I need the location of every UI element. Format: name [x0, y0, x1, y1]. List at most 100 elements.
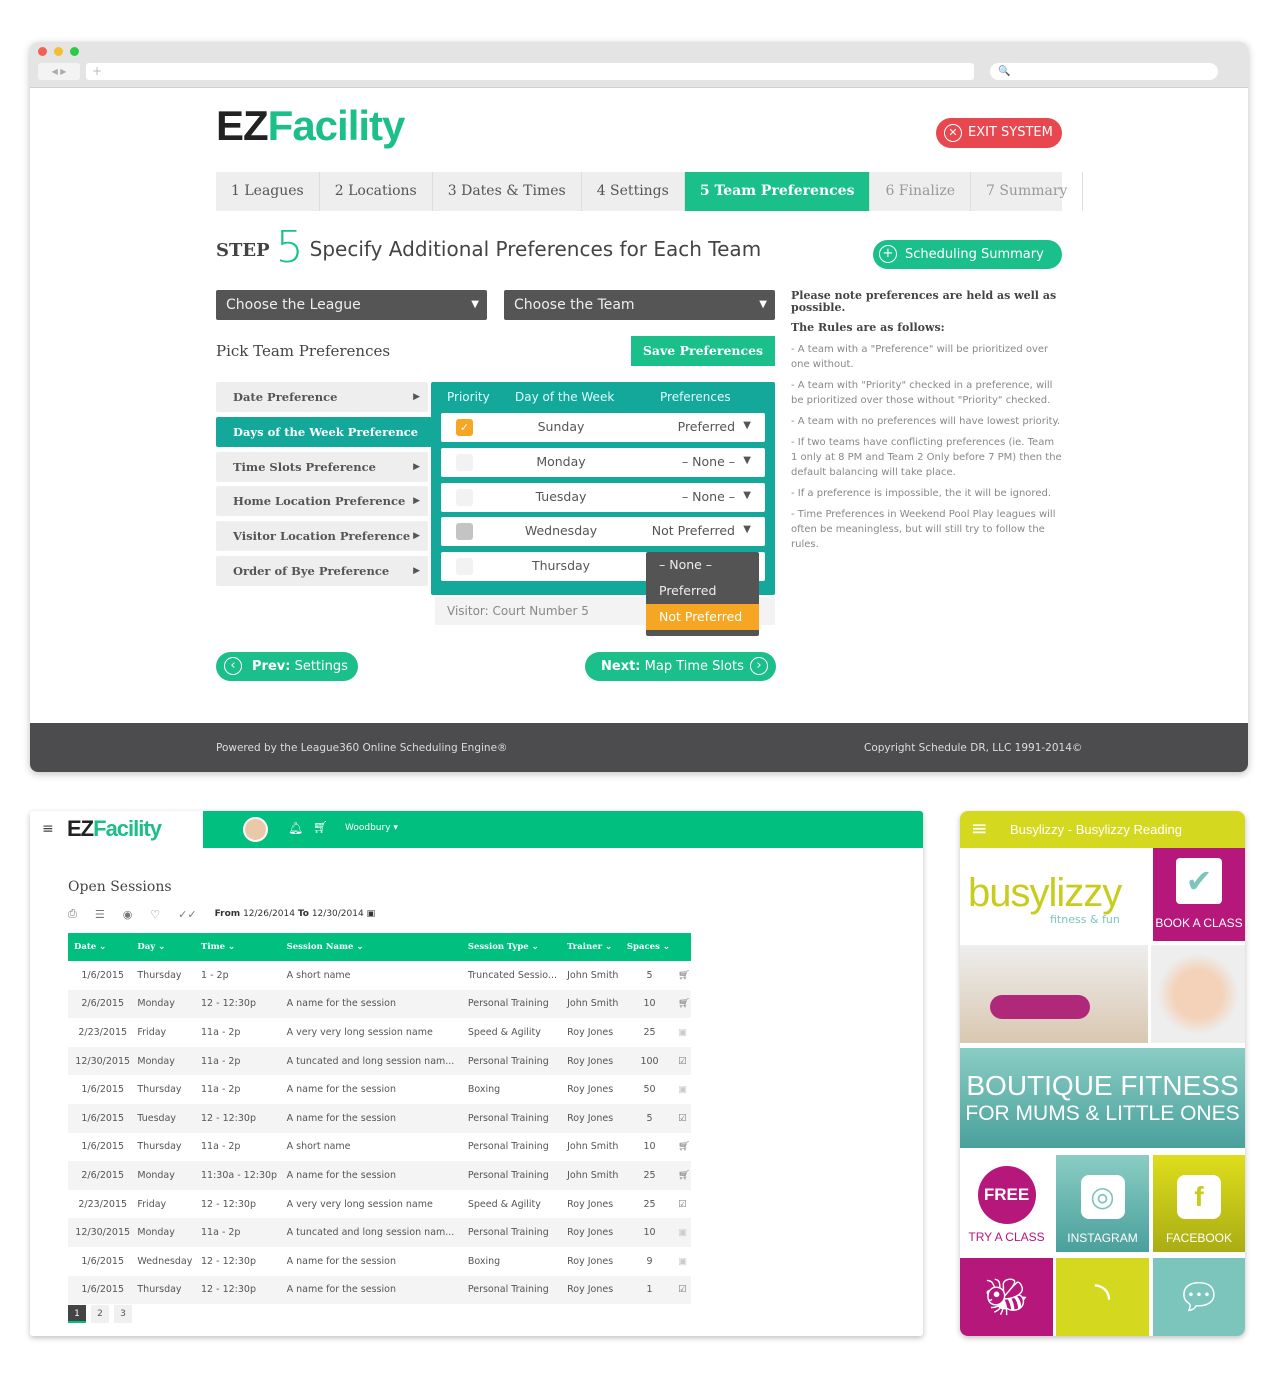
page-button-2[interactable]: 2	[91, 1305, 109, 1323]
location-select[interactable]: Woodbury ▾	[345, 823, 398, 833]
table-row[interactable]: 12/30/2015 Monday 11a - 2p A tuncated and l…	[68, 1218, 691, 1247]
dropdown-option[interactable]: – None –	[646, 552, 759, 578]
tab-step-5[interactable]: 5 Team Preferences	[684, 172, 871, 211]
pref-item[interactable]: Days of the Week Preference	[216, 416, 432, 447]
priority-checkbox[interactable]: ✓	[456, 419, 473, 436]
column-header-time[interactable]: Time ⌄	[195, 933, 281, 961]
table-row[interactable]: 1/6/2015 Thursday 1 - 2p A short name Trunca…	[68, 961, 691, 990]
facebook-tile[interactable]: f FACEBOOK	[1153, 1155, 1245, 1252]
table-row[interactable]: 1/6/2015 Thursday 12 - 12:30p A name for th…	[68, 1275, 691, 1305]
back-forward-buttons[interactable]: ◀ ▶	[38, 63, 80, 80]
tab-step-7[interactable]: 7 Summary	[971, 172, 1084, 211]
table-row[interactable]: 1/6/2015 Thursday 11a - 2p A short name Pers…	[68, 1133, 691, 1162]
tab-step-4[interactable]: 4 Settings	[582, 172, 685, 211]
double-check-icon[interactable]: ✓✓	[178, 908, 196, 921]
pref-item[interactable]: Visitor Location Preference ▶	[216, 521, 428, 552]
dropdown-option[interactable]: Preferred	[646, 578, 759, 604]
add-to-cart-icon[interactable]: 🛒︎	[672, 1133, 691, 1162]
close-dot[interactable]	[38, 47, 47, 56]
rss-tile[interactable]: ◝	[1056, 1258, 1149, 1336]
search-bar[interactable]: 🔍	[990, 63, 1218, 80]
to-date-input[interactable]: 12/30/2014	[312, 909, 364, 919]
instagram-tile[interactable]: ◎ INSTAGRAM	[1056, 1155, 1149, 1252]
save-preferences-button[interactable]: Save Preferences	[631, 336, 775, 366]
prev-button[interactable]: ‹ Prev: Settings	[216, 652, 358, 681]
priority-checkbox[interactable]	[456, 453, 473, 471]
bee-tile[interactable]: 🐝︎	[960, 1258, 1053, 1336]
url-bar[interactable]: +	[86, 63, 974, 80]
page-button-1[interactable]: 1	[68, 1305, 86, 1323]
priority-checkbox[interactable]	[456, 523, 473, 541]
calendar-check-icon[interactable]: ☑	[672, 1046, 691, 1076]
calendar-check-icon[interactable]: ☑	[672, 1103, 691, 1133]
person-badge-icon[interactable]: ▣	[672, 1075, 691, 1104]
priority-checkbox[interactable]	[456, 558, 473, 576]
table-row[interactable]: 1/6/2015 Wednesday 12 - 12:30p A name for t…	[68, 1247, 691, 1276]
table-row[interactable]: 1/6/2015 Tuesday 12 - 12:30p A name for the…	[68, 1103, 691, 1133]
heart-icon[interactable]: ♡	[150, 908, 160, 921]
dropdown-option[interactable]: Not Preferred	[646, 604, 759, 630]
preference-value[interactable]: – None –	[682, 489, 735, 504]
chat-tile[interactable]: 💬︎	[1153, 1258, 1245, 1336]
cart-icon[interactable]: 🛒︎	[313, 820, 328, 834]
filter-icon[interactable]: ☰	[95, 908, 105, 921]
calendar-icon[interactable]: ▣	[367, 909, 376, 919]
caret-down-icon[interactable]: ▼	[743, 524, 751, 535]
add-to-cart-icon[interactable]: 🛒︎	[672, 989, 691, 1019]
print-icon[interactable]: ⎙	[68, 907, 77, 921]
caret-down-icon[interactable]: ▼	[743, 455, 751, 466]
column-header-trainer[interactable]: Trainer ⌄	[561, 933, 621, 961]
eye-icon[interactable]: ◉	[123, 908, 133, 921]
table-row[interactable]: 12/30/2015 Monday 11a - 2p A tuncated and l…	[68, 1046, 691, 1076]
column-header-session-type[interactable]: Session Type ⌄	[461, 933, 562, 961]
caret-down-icon[interactable]: ▼	[743, 490, 751, 501]
add-to-cart-icon[interactable]: 🛒︎	[672, 961, 691, 990]
chevron-left-icon: ‹	[224, 657, 242, 675]
league-select[interactable]: Choose the League ▼	[216, 290, 487, 320]
person-badge-icon[interactable]: ▣	[672, 1247, 691, 1276]
tab-step-2[interactable]: 2 Locations	[320, 172, 433, 211]
priority-checkbox[interactable]	[456, 488, 473, 506]
column-header-spaces[interactable]: Spaces ⌄	[620, 933, 673, 961]
bell-icon[interactable]: 🔔︎	[288, 821, 303, 835]
maximize-dot[interactable]	[70, 47, 79, 56]
cell-trainer: Roy Jones	[567, 1084, 614, 1096]
caret-down-icon[interactable]: ▼	[743, 420, 751, 431]
tab-step-1[interactable]: 1 Leagues	[216, 172, 320, 211]
table-row[interactable]: 2/23/2015 Friday 12 - 12:30p A very very lo…	[68, 1190, 691, 1219]
free-trial-tile[interactable]: FREE TRY A CLASS	[960, 1152, 1053, 1252]
minimize-dot[interactable]	[54, 47, 63, 56]
scheduling-summary-button[interactable]: + Scheduling Summary	[873, 240, 1062, 269]
tab-step-3[interactable]: 3 Dates & Times	[433, 172, 582, 211]
person-badge-icon[interactable]: ▣	[672, 1218, 691, 1247]
preference-value[interactable]: – None –	[682, 454, 735, 469]
exit-system-button[interactable]: ✕ EXIT SYSTEM	[936, 118, 1062, 148]
column-header-session-name[interactable]: Session Name ⌄	[280, 933, 462, 961]
column-header-day[interactable]: Day ⌄	[131, 933, 196, 961]
column-header-date[interactable]: Date ⌄	[68, 933, 132, 961]
pref-item[interactable]: Home Location Preference ▶	[216, 486, 428, 517]
next-button[interactable]: Next: Map Time Slots ›	[585, 652, 776, 681]
pref-item[interactable]: Order of Bye Preference ▶	[216, 556, 428, 586]
page-button-3[interactable]: 3	[114, 1305, 132, 1323]
book-a-class-tile[interactable]: ✔ BOOK A CLASS	[1153, 848, 1245, 941]
calendar-check-icon[interactable]: ☑	[672, 1190, 691, 1219]
table-row[interactable]: 2/6/2015 Monday 12 - 12:30p A name for the …	[68, 989, 691, 1019]
hamburger-menu-icon[interactable]: ≡	[971, 816, 988, 840]
tab-step-6[interactable]: 6 Finalize	[870, 172, 971, 211]
pref-item[interactable]: Date Preference ▶	[216, 382, 428, 412]
avatar[interactable]	[243, 817, 268, 842]
table-row[interactable]: 2/23/2015 Friday 11a - 2p A very very long …	[68, 1018, 691, 1047]
preference-value[interactable]: Preferred	[678, 419, 735, 434]
preference-value[interactable]: Not Preferred	[652, 523, 735, 538]
add-to-cart-icon[interactable]: 🛒︎	[672, 1161, 691, 1190]
header-day: Day of the Week	[515, 390, 615, 404]
pref-item[interactable]: Time Slots Preference ▶	[216, 451, 428, 482]
team-select[interactable]: Choose the Team ▼	[504, 290, 775, 320]
calendar-check-icon[interactable]: ☑	[672, 1275, 691, 1305]
table-row[interactable]: 2/6/2015 Monday 11:30a - 12:30p A name for …	[68, 1161, 691, 1190]
hamburger-menu-icon[interactable]: ≡	[42, 821, 54, 837]
person-badge-icon[interactable]: ▣	[672, 1018, 691, 1047]
table-row[interactable]: 1/6/2015 Thursday 11a - 2p A name for the s…	[68, 1075, 691, 1104]
from-date-input[interactable]: 12/26/2014	[243, 909, 295, 919]
